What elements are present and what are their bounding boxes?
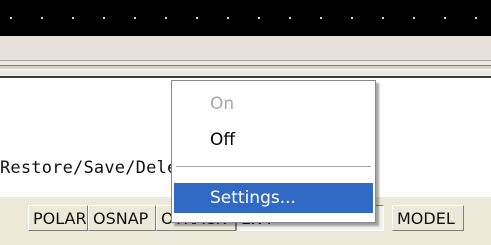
grid-dot [72,17,74,19]
grid-dot [165,17,167,19]
menu-item-settings[interactable]: Settings... [174,183,373,213]
grid-dot [134,17,136,19]
grid-dot [444,17,446,19]
grid-dot [351,17,353,19]
grid-dot [475,17,477,19]
grid-dot [289,17,291,19]
status-button-polar[interactable]: POLAR [28,205,88,231]
grid-dot [10,17,12,19]
grid-dot [103,17,105,19]
status-button-osnap[interactable]: OSNAP [88,205,156,231]
drawing-canvas[interactable] [0,0,491,36]
context-menu: On Off Settings... [171,80,376,223]
grid-dot [258,17,260,19]
layout-tabs-strip [0,36,491,61]
status-button-model[interactable]: MODEL [392,205,464,231]
grid-dot [196,17,198,19]
menu-item-off[interactable]: Off [174,125,373,155]
grid-dot [413,17,415,19]
grid-dot [41,17,43,19]
grid-dot [382,17,384,19]
command-splitter[interactable] [0,65,491,70]
grid-dot [227,17,229,19]
menu-separator [176,166,371,167]
grid-dot [320,17,322,19]
menu-item-on[interactable]: On [174,89,373,119]
